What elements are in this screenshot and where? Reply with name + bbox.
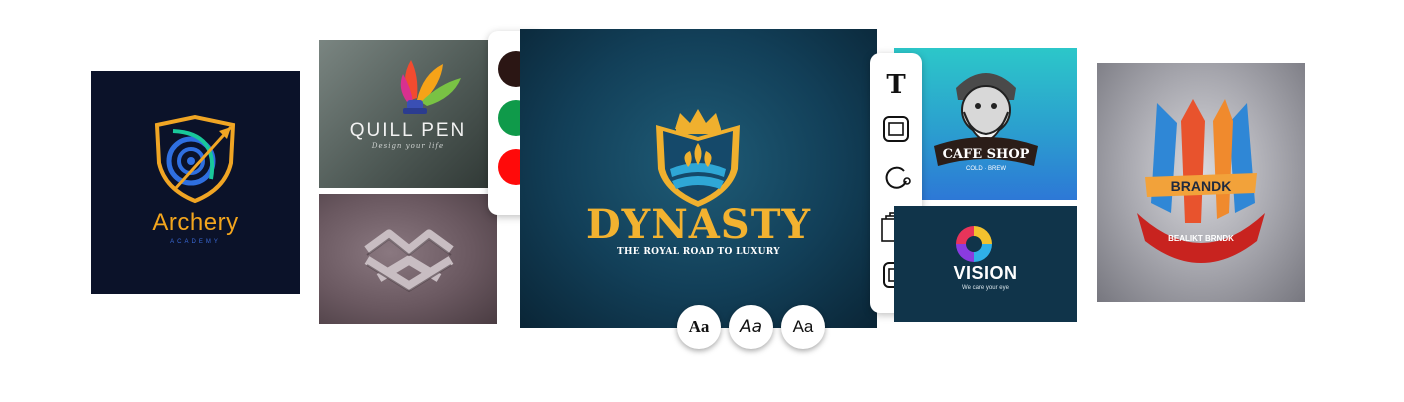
archery-shield-icon xyxy=(154,114,236,204)
logo-tagline: BEALIKT BRNDK xyxy=(1168,234,1234,243)
logo-tagline: ACADEMY xyxy=(170,239,221,245)
text-icon[interactable]: T xyxy=(878,65,914,101)
logo-tagline: Design your life xyxy=(371,142,445,150)
embossed-chevron-icon xyxy=(364,229,454,293)
3d-monogram-icon: BRANDK BEALIKT BRNDK xyxy=(1137,99,1265,263)
frame-icon[interactable] xyxy=(878,111,914,147)
font-option-sans[interactable]: Aa xyxy=(781,305,825,349)
svg-text:T: T xyxy=(886,70,906,100)
logo-tagline: We care your eye xyxy=(962,285,1009,291)
logo-title: VISION xyxy=(953,263,1018,283)
logo-title: Archery xyxy=(152,209,239,236)
logo-card-embossed[interactable] xyxy=(319,194,497,324)
logo-card-archery[interactable]: Archery ACADEMY xyxy=(91,71,300,294)
logo-tagline: COLD · BREW xyxy=(966,166,1006,172)
logo-card-vision[interactable]: VISION We care your eye xyxy=(894,206,1077,322)
crown-shield-icon xyxy=(656,109,740,207)
logo-title: CAFE SHOP xyxy=(943,147,1030,162)
logo-card-brandk[interactable]: BRANDK BEALIKT BRNDK xyxy=(1097,63,1305,302)
logo-tagline: THE ROYAL ROAD TO LUXURY xyxy=(616,247,781,257)
font-option-italic[interactable]: Aa xyxy=(729,305,773,349)
logo-card-dynasty[interactable]: DYNASTY THE ROYAL ROAD TO LUXURY xyxy=(520,29,877,328)
logo-title: BRANDK xyxy=(1171,178,1232,194)
logo-title: QUILL PEN xyxy=(349,120,467,141)
logo-title: DYNASTY xyxy=(585,201,812,248)
feather-icon xyxy=(400,60,461,114)
rotate-icon[interactable] xyxy=(878,159,914,195)
logo-card-quill-pen[interactable]: QUILL PEN Design your life xyxy=(319,40,497,188)
font-option-serif[interactable]: Aa xyxy=(677,305,721,349)
